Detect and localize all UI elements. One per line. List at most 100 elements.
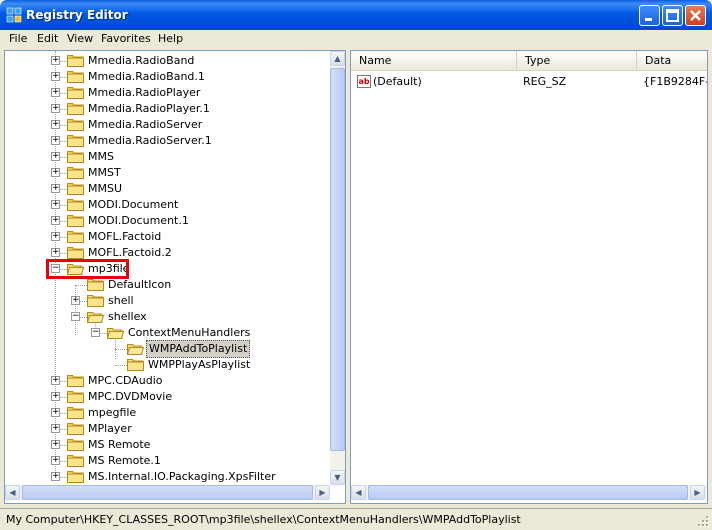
tree-item[interactable]: + shell bbox=[5, 293, 325, 309]
tree-item[interactable]: + Mmedia.RadioPlayer.1 bbox=[5, 101, 325, 117]
tree-item[interactable]: DefaultIcon bbox=[5, 277, 325, 293]
tree-vertical-thumb[interactable] bbox=[330, 68, 345, 451]
expand-icon[interactable]: + bbox=[51, 168, 60, 177]
scroll-right-button[interactable]: ▶ bbox=[315, 485, 330, 500]
expand-icon[interactable]: + bbox=[51, 392, 60, 401]
folder-icon bbox=[87, 278, 104, 291]
menu-file[interactable]: File bbox=[9, 32, 27, 45]
tree-item[interactable]: + MODI.Document.1 bbox=[5, 213, 325, 229]
tree-item[interactable]: + MPlayer bbox=[5, 421, 325, 437]
tree-item[interactable]: − ContextMenuHandlers bbox=[5, 325, 325, 341]
tree-item[interactable]: + MS Remote bbox=[5, 437, 325, 453]
expand-icon[interactable]: + bbox=[51, 56, 60, 65]
column-header-name[interactable]: Name bbox=[351, 51, 517, 71]
tree-item-label: Mmedia.RadioPlayer bbox=[88, 86, 201, 99]
tree-item[interactable]: + MS.Internal.IO.Packaging.XpsFilter bbox=[5, 469, 325, 485]
expand-icon[interactable]: + bbox=[51, 408, 60, 417]
registry-editor-icon bbox=[6, 7, 22, 23]
tree-item[interactable]: + MS Remote.1 bbox=[5, 453, 325, 469]
expand-icon[interactable]: + bbox=[51, 104, 60, 113]
folder-icon bbox=[67, 70, 84, 83]
tree-horizontal-thumb[interactable] bbox=[22, 485, 313, 500]
expand-icon[interactable]: + bbox=[51, 472, 60, 481]
close-button[interactable] bbox=[685, 5, 706, 26]
folder-icon bbox=[67, 246, 84, 259]
folder-icon bbox=[67, 86, 84, 99]
tree-item[interactable]: + MMSU bbox=[5, 181, 325, 197]
expand-icon[interactable]: + bbox=[51, 200, 60, 209]
list-horizontal-scrollbar[interactable]: ◀ ▶ bbox=[351, 485, 707, 500]
scroll-up-button[interactable]: ▲ bbox=[330, 51, 345, 66]
tree-item-label: DefaultIcon bbox=[108, 278, 172, 291]
folder-icon bbox=[67, 438, 84, 451]
values-list-pane[interactable]: Name Type Data ab (Default) REG_SZ {F1B9… bbox=[350, 50, 708, 504]
tree-item-label: MS Remote.1 bbox=[88, 454, 161, 467]
folder-icon bbox=[67, 102, 84, 115]
tree-vertical-scrollbar[interactable]: ▲ ▼ bbox=[330, 51, 345, 485]
tree-item-label: MS.Internal.IO.Packaging.XpsFilter bbox=[88, 470, 276, 483]
expand-icon[interactable]: + bbox=[51, 248, 60, 257]
scroll-left-button[interactable]: ◀ bbox=[5, 485, 20, 500]
folder-icon bbox=[67, 374, 84, 387]
tree-item[interactable]: WMPAddToPlaylist bbox=[5, 340, 325, 358]
tree-item[interactable]: + MMS bbox=[5, 149, 325, 165]
tree-item[interactable]: + MPC.CDAudio bbox=[5, 373, 325, 389]
tree-item-label: Mmedia.RadioBand bbox=[88, 54, 195, 67]
expand-icon[interactable]: + bbox=[51, 232, 60, 241]
resize-grip-icon[interactable] bbox=[698, 516, 710, 528]
tree-item[interactable]: WMPPlayAsPlaylist bbox=[5, 357, 325, 373]
tree-item-label: ContextMenuHandlers bbox=[128, 326, 251, 339]
collapse-icon[interactable]: − bbox=[91, 328, 100, 337]
expand-icon[interactable]: + bbox=[71, 296, 80, 305]
column-header-type[interactable]: Type bbox=[517, 51, 637, 71]
tree-item-label: MODI.Document.1 bbox=[88, 214, 189, 227]
tree-item[interactable]: + Mmedia.RadioServer bbox=[5, 117, 325, 133]
folder-icon bbox=[67, 422, 84, 435]
menu-help[interactable]: Help bbox=[158, 32, 183, 45]
tree-horizontal-scrollbar[interactable]: ◀ ▶ bbox=[5, 485, 330, 500]
list-horizontal-thumb[interactable] bbox=[368, 485, 688, 500]
folder-icon bbox=[67, 182, 84, 195]
maximize-button[interactable] bbox=[662, 5, 683, 26]
tree-item[interactable]: + MODI.Document bbox=[5, 197, 325, 213]
expand-icon[interactable]: + bbox=[51, 376, 60, 385]
list-scroll-left-button[interactable]: ◀ bbox=[351, 485, 366, 500]
expand-icon[interactable]: + bbox=[51, 456, 60, 465]
expand-icon[interactable]: + bbox=[51, 136, 60, 145]
minimize-button[interactable] bbox=[639, 5, 660, 26]
collapse-icon[interactable]: − bbox=[71, 312, 80, 321]
tree-item[interactable]: + Mmedia.RadioPlayer bbox=[5, 85, 325, 101]
tree-item-label: Mmedia.RadioBand.1 bbox=[88, 70, 205, 83]
expand-icon[interactable]: + bbox=[51, 72, 60, 81]
tree-item[interactable]: + Mmedia.RadioBand.1 bbox=[5, 69, 325, 85]
expand-icon[interactable]: + bbox=[51, 88, 60, 97]
scroll-down-button[interactable]: ▼ bbox=[330, 470, 345, 485]
tree-connector-line bbox=[75, 285, 87, 286]
tree-item[interactable]: + MPC.DVDMovie bbox=[5, 389, 325, 405]
tree-item[interactable]: + mpegfile bbox=[5, 405, 325, 421]
minimize-icon bbox=[645, 18, 652, 21]
tree-item-label: MPC.CDAudio bbox=[88, 374, 163, 387]
folder-icon bbox=[127, 358, 144, 371]
expand-icon[interactable]: + bbox=[51, 152, 60, 161]
tree-item[interactable]: − shellex bbox=[5, 309, 325, 325]
menu-favorites[interactable]: Favorites bbox=[101, 32, 151, 45]
value-data: {F1B9284F-E bbox=[643, 75, 707, 88]
list-scroll-right-button[interactable]: ▶ bbox=[690, 485, 705, 500]
expand-icon[interactable]: + bbox=[51, 184, 60, 193]
tree-item[interactable]: + MMST bbox=[5, 165, 325, 181]
tree-item-label: MPlayer bbox=[88, 422, 132, 435]
expand-icon[interactable]: + bbox=[51, 120, 60, 129]
tree-item[interactable]: + MOFL.Factoid bbox=[5, 229, 325, 245]
menu-view[interactable]: View bbox=[67, 32, 93, 45]
folder-icon bbox=[67, 54, 84, 67]
tree-item[interactable]: + Mmedia.RadioBand bbox=[5, 53, 325, 69]
menu-edit[interactable]: Edit bbox=[37, 32, 58, 45]
expand-icon[interactable]: + bbox=[51, 440, 60, 449]
tree-item[interactable]: + Mmedia.RadioServer.1 bbox=[5, 133, 325, 149]
tree-connector-line bbox=[115, 365, 127, 366]
tree-item-label: Mmedia.RadioPlayer.1 bbox=[88, 102, 210, 115]
column-header-data[interactable]: Data bbox=[637, 51, 707, 71]
expand-icon[interactable]: + bbox=[51, 216, 60, 225]
expand-icon[interactable]: + bbox=[51, 424, 60, 433]
